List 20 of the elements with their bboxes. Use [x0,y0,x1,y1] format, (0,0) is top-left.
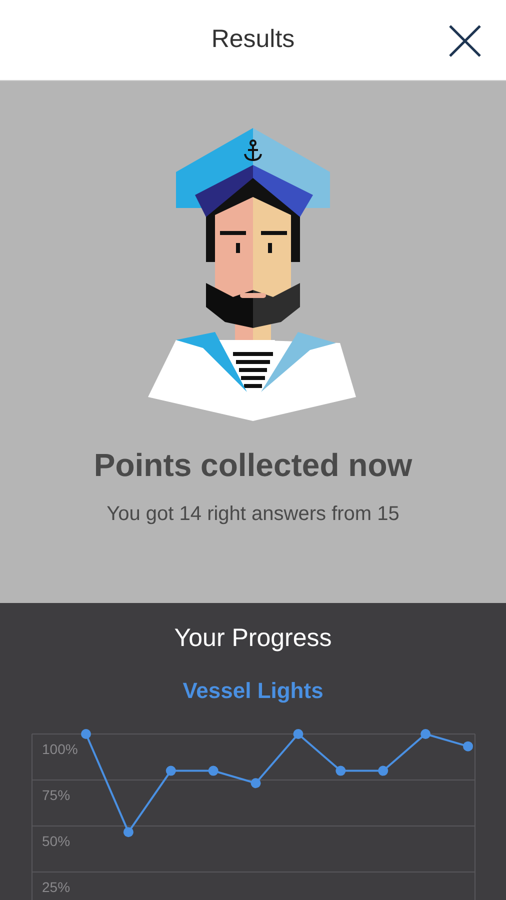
data-point [81,728,91,738]
data-point [378,765,388,776]
screen-title: Results [211,24,295,56]
data-point [250,778,261,788]
y-axis-label: 50% [42,832,70,848]
close-icon [448,24,482,58]
category-title: Vessel Lights [182,676,324,705]
data-point [463,740,473,751]
data-point [123,826,134,837]
data-point [293,728,304,738]
progress-title: Your Progress [174,623,332,654]
result-heading: Points collected now [94,446,412,485]
y-axis-label: 25% [42,878,70,894]
result-summary: You got 14 right answers from 15 [106,502,400,527]
y-axis-label: 75% [42,786,70,802]
data-point [336,765,346,776]
data-point [166,765,176,776]
data-point [208,765,218,776]
y-axis-label: 100% [42,740,78,756]
data-point [420,728,431,738]
